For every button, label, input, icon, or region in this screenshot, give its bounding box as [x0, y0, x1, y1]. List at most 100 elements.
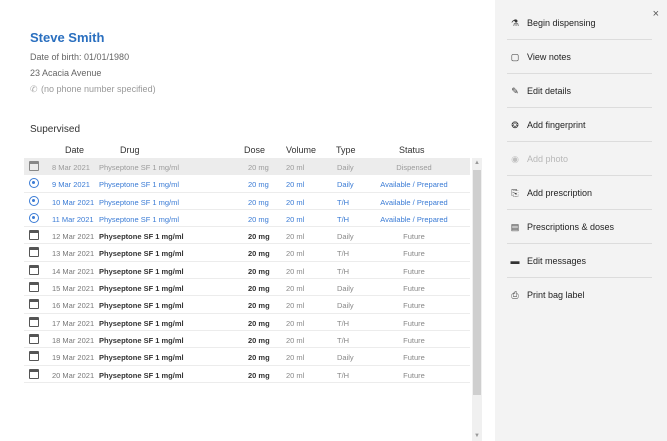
cell-status: Future [403, 249, 425, 259]
patient-dob: Date of birth: 01/01/1980 [30, 52, 130, 62]
action-add-prescription[interactable]: ⎘ Add prescription [507, 176, 652, 210]
cell-date: 14 Mar 2021 [52, 266, 95, 276]
cell-type: Daily [337, 232, 354, 242]
patient-name: Steve Smith [30, 30, 105, 45]
header-type[interactable]: Type [336, 145, 356, 155]
cell-type: T/H [337, 214, 350, 224]
available-icon [29, 178, 39, 189]
cell-drug: Physeptone SF 1 mg/ml [99, 284, 184, 294]
cell-dose: 20 mg [248, 370, 270, 380]
scroll-thumb[interactable] [473, 170, 481, 395]
cell-status: Available / Prepared [380, 180, 448, 190]
cell-volume: 20 ml [286, 180, 305, 190]
cell-dose: 20 mg [248, 318, 270, 328]
table-row[interactable]: 15 Mar 2021 Physeptone SF 1 mg/ml 20 mg 20 … [24, 279, 470, 297]
header-volume[interactable]: Volume [286, 145, 316, 155]
table-row[interactable]: 13 Mar 2021 Physeptone SF 1 mg/ml 20 mg 20 … [24, 244, 470, 262]
pestle-icon: ⚗ [510, 18, 520, 28]
calendar-icon [29, 247, 39, 258]
action-print-bag-label[interactable]: ⎙ Print bag label [507, 278, 652, 312]
cell-type: T/H [337, 249, 350, 259]
cell-type: T/H [337, 197, 350, 207]
table-header: Date Drug Dose Volume Type Status [24, 142, 482, 158]
cell-dose: 20 mg [248, 284, 270, 294]
cell-drug: Physeptone SF 1 mg/ml [99, 163, 180, 172]
calendar-icon [29, 316, 39, 327]
cell-type: T/H [337, 370, 350, 380]
header-dose[interactable]: Dose [244, 145, 265, 155]
table-row[interactable]: 20 Mar 2021 Physeptone SF 1 mg/ml 20 mg 20 … [24, 366, 470, 383]
cell-date: 18 Mar 2021 [52, 335, 95, 345]
list-icon: ▤ [510, 222, 520, 232]
patient-panel: Steve Smith Date of birth: 01/01/1980 23… [0, 0, 495, 441]
scroll-down-arrow-icon[interactable]: ▼ [472, 431, 482, 441]
cell-volume: 20 ml [286, 353, 305, 363]
table-row[interactable]: 12 Mar 2021 Physeptone SF 1 mg/ml 20 mg 20 … [24, 227, 470, 245]
table-row[interactable]: 19 Mar 2021 Physeptone SF 1 mg/ml 20 mg 20 … [24, 348, 470, 366]
header-status[interactable]: Status [399, 145, 425, 155]
table-body: 8 Mar 2021 Physeptone SF 1 mg/ml 20 mg 20 m… [24, 158, 470, 383]
calendar-icon [29, 351, 39, 362]
table-row[interactable]: 14 Mar 2021 Physeptone SF 1 mg/ml 20 mg 20 … [24, 262, 470, 280]
cell-status: Future [403, 266, 425, 276]
cell-dose: 20 mg [248, 249, 270, 259]
action-label: Add photo [527, 154, 569, 164]
scroll-up-arrow-icon[interactable]: ▲ [472, 158, 482, 168]
cell-status: Future [403, 335, 425, 345]
header-date[interactable]: Date [65, 145, 84, 155]
cell-drug: Physeptone SF 1 mg/ml [99, 266, 184, 276]
cell-type: Daily [337, 353, 354, 363]
cell-volume: 20 ml [286, 284, 305, 294]
cell-dose: 20 mg [248, 335, 270, 345]
action-begin-dispensing[interactable]: ⚗ Begin dispensing [507, 6, 652, 40]
camera-icon: ◉ [511, 154, 519, 164]
cell-drug: Physeptone SF 1 mg/ml [99, 197, 180, 207]
action-add-fingerprint[interactable]: ❂ Add fingerprint [507, 108, 652, 142]
action-prescriptions-doses[interactable]: ▤ Prescriptions & doses [507, 210, 652, 244]
action-label: Print bag label [527, 290, 585, 300]
cell-volume: 20 ml [286, 214, 305, 224]
cell-drug: Physeptone SF 1 mg/ml [99, 249, 184, 259]
action-view-notes[interactable]: ▢ View notes [507, 40, 652, 74]
action-label: Prescriptions & doses [527, 222, 615, 232]
printer-icon: ⎙ [511, 290, 519, 300]
cell-dose: 20 mg [248, 266, 270, 276]
close-icon[interactable]: × [653, 8, 659, 20]
cell-status: Future [403, 353, 425, 363]
header-drug[interactable]: Drug [120, 145, 140, 155]
table-row[interactable]: 11 Mar 2021 Physeptone SF 1 mg/ml 20 mg 20 … [24, 210, 470, 228]
table-row[interactable]: 17 Mar 2021 Physeptone SF 1 mg/ml 20 mg 20 … [24, 314, 470, 331]
cell-type: Daily [337, 284, 354, 294]
cell-drug: Physeptone SF 1 mg/ml [99, 180, 180, 190]
table-row[interactable]: 9 Mar 2021 Physeptone SF 1 mg/ml 20 mg 20 m… [24, 175, 470, 193]
cell-type: Daily [337, 180, 354, 190]
cell-volume: 20 ml [286, 197, 305, 207]
action-edit-messages[interactable]: ▬ Edit messages [507, 244, 652, 278]
table-row[interactable]: 18 Mar 2021 Physeptone SF 1 mg/ml 20 mg 20 … [24, 331, 470, 349]
cell-date: 16 Mar 2021 [52, 301, 95, 311]
table-row[interactable]: 16 Mar 2021 Physeptone SF 1 mg/ml 20 mg 20 … [24, 296, 470, 314]
action-label: Begin dispensing [527, 18, 596, 28]
cell-drug: Physeptone SF 1 mg/ml [99, 232, 184, 242]
action-edit-details[interactable]: ✎ Edit details [507, 74, 652, 108]
table-scrollbar[interactable]: ▲ ▼ [472, 158, 482, 441]
cell-type: T/H [337, 318, 350, 328]
action-label: Edit messages [527, 256, 587, 266]
table-row[interactable]: 8 Mar 2021 Physeptone SF 1 mg/ml 20 mg 20 m… [24, 158, 470, 176]
table-row[interactable]: 10 Mar 2021 Physeptone SF 1 mg/ml 20 mg 20 … [24, 193, 470, 210]
cell-status: Dispensed [396, 163, 432, 172]
prescription-icon: ⎘ [511, 188, 519, 198]
action-label: Edit details [527, 86, 572, 96]
calendar-icon [29, 333, 39, 344]
calendar-icon [29, 282, 39, 293]
calendar-icon [29, 368, 39, 379]
patient-address: 23 Acacia Avenue [30, 68, 102, 78]
doses-table: Date Drug Dose Volume Type Status 8 Mar … [24, 142, 482, 441]
cell-drug: Physeptone SF 1 mg/ml [99, 353, 184, 363]
cell-date: 13 Mar 2021 [52, 249, 95, 259]
cell-dose: 20 mg [248, 301, 270, 311]
available-icon [29, 195, 39, 206]
cell-drug: Physeptone SF 1 mg/ml [99, 335, 184, 345]
cell-date: 17 Mar 2021 [52, 318, 95, 328]
cell-date: 10 Mar 2021 [52, 197, 95, 207]
